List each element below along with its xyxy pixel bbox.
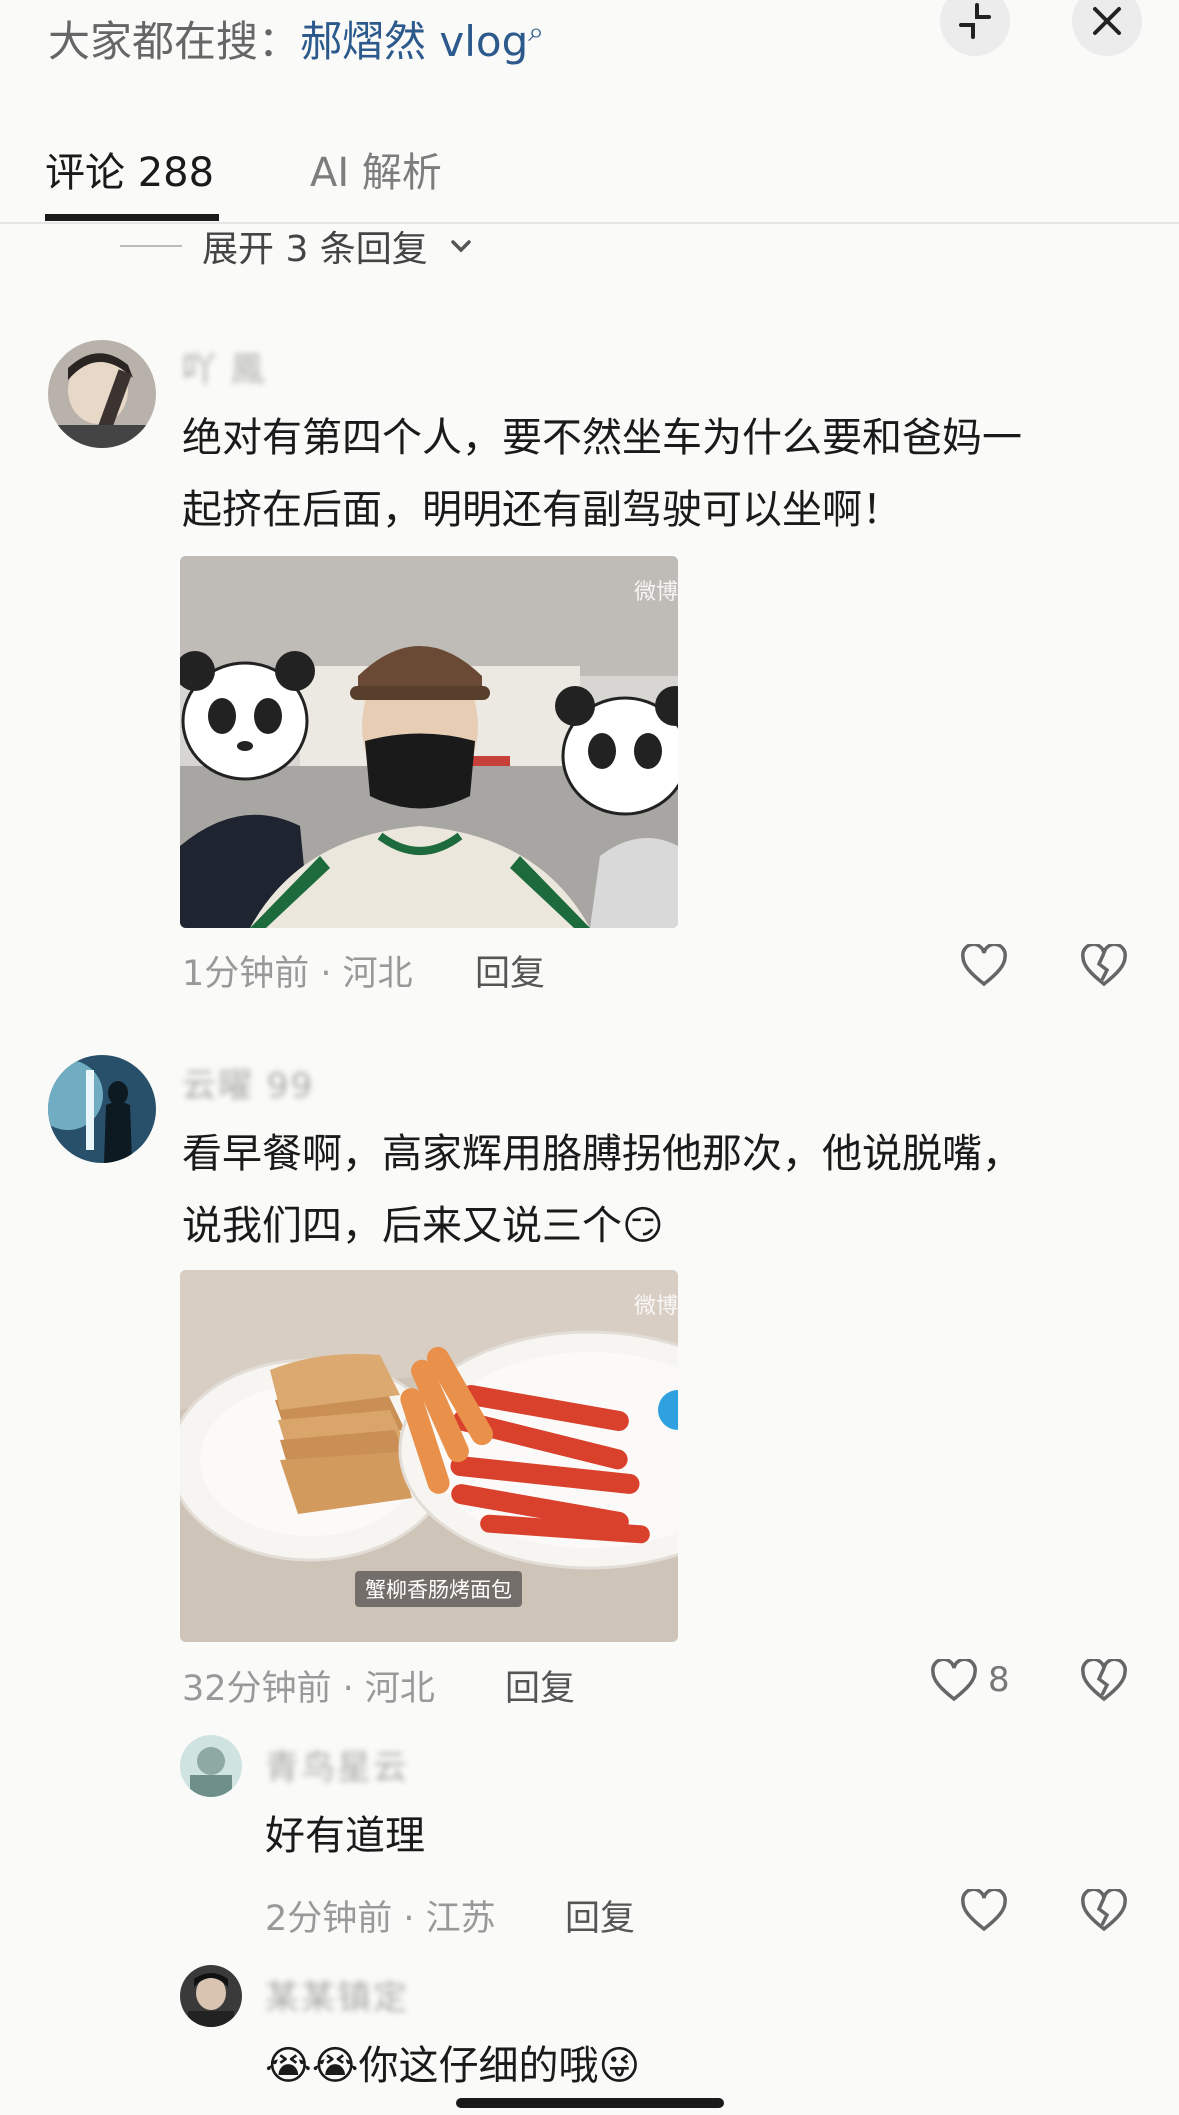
collapse-button[interactable]	[940, 0, 1010, 56]
broken-heart-icon	[1081, 1659, 1127, 1702]
broken-heart-icon	[1081, 1889, 1127, 1932]
crying-laughing-emoji: 😭😭	[265, 2043, 359, 2089]
avatar[interactable]	[180, 1965, 242, 2027]
smirk-emoji: 😏	[622, 1203, 664, 1249]
chevron-down-icon	[451, 240, 471, 253]
close-button[interactable]	[1072, 0, 1142, 56]
search-icon: ⌕	[528, 15, 544, 48]
comment-username[interactable]: 云曜 99	[182, 1058, 314, 1107]
like-button[interactable]	[928, 1655, 980, 1707]
search-keyword[interactable]: 郝熠然 vlog	[300, 17, 528, 66]
expand-replies-button[interactable]: 展开 3 条回复	[120, 220, 474, 272]
reply-username[interactable]: 某某镇定	[265, 1970, 409, 2019]
comment-text: 绝对有第四个人，要不然坐车为什么要和爸妈一 起挤在后面，明明还有副驾驶可以坐啊！	[182, 415, 1022, 533]
reply-button[interactable]: 回复	[475, 945, 545, 996]
reply-button[interactable]: 回复	[505, 1660, 575, 1711]
heart-icon	[931, 1659, 977, 1702]
dislike-button[interactable]	[1078, 1655, 1130, 1707]
tab-ai-analysis[interactable]: AI 解析	[310, 140, 442, 198]
reply-button[interactable]: 回复	[565, 1890, 635, 1941]
winking-tongue-emoji: 😜	[598, 2043, 641, 2089]
like-button[interactable]	[958, 1885, 1010, 1937]
comment-time-location: 1分钟前 · 河北	[182, 954, 413, 994]
reply-text: 😭😭你这仔细的哦😜	[265, 2043, 641, 2089]
tab-comments[interactable]: 评论 288	[45, 140, 214, 198]
comment-photo[interactable]: 微博 蟹柳香肠烤面包	[180, 1270, 678, 1642]
comment-username[interactable]: 吖 鳯	[182, 342, 267, 391]
comment-time-location: 32分钟前 · 河北	[182, 1669, 435, 1709]
like-count: 8	[988, 1660, 1010, 1700]
avatar[interactable]	[48, 340, 156, 448]
tab-bar: 评论 288 AI 解析	[0, 130, 1179, 224]
reply-username[interactable]: 青鸟星云	[265, 1740, 409, 1789]
collapse-icon	[959, 3, 991, 39]
avatar[interactable]	[180, 1735, 242, 1797]
heart-icon	[961, 944, 1007, 987]
like-button[interactable]	[958, 940, 1010, 992]
reply-time-location: 2分钟前 · 江苏	[265, 1899, 496, 1939]
comment-photo[interactable]: 微博	[180, 556, 678, 928]
image-caption: 蟹柳香肠烤面包	[355, 1571, 522, 1607]
divider-line	[120, 245, 182, 247]
dislike-button[interactable]	[1078, 1885, 1130, 1937]
watermark-label: 微博	[633, 1294, 678, 1319]
search-prefix: 大家都在搜：	[48, 17, 301, 66]
comment-text: 看早餐啊，高家辉用胳膊拐他那次，他说脱嘴， 说我们四，后来又说三个😏	[182, 1131, 1022, 1249]
search-suggestion[interactable]: 大家都在搜：郝熠然 vlog⌕	[48, 8, 544, 69]
heart-icon	[961, 1889, 1007, 1932]
broken-heart-icon	[1081, 944, 1127, 987]
close-icon	[1093, 7, 1121, 35]
avatar[interactable]	[48, 1055, 156, 1163]
watermark-label: 微博	[633, 580, 678, 605]
reply-text: 好有道理	[265, 1813, 425, 1859]
home-indicator	[456, 2098, 724, 2108]
dislike-button[interactable]	[1078, 940, 1130, 992]
expand-replies-label: 展开 3 条回复	[202, 229, 428, 270]
